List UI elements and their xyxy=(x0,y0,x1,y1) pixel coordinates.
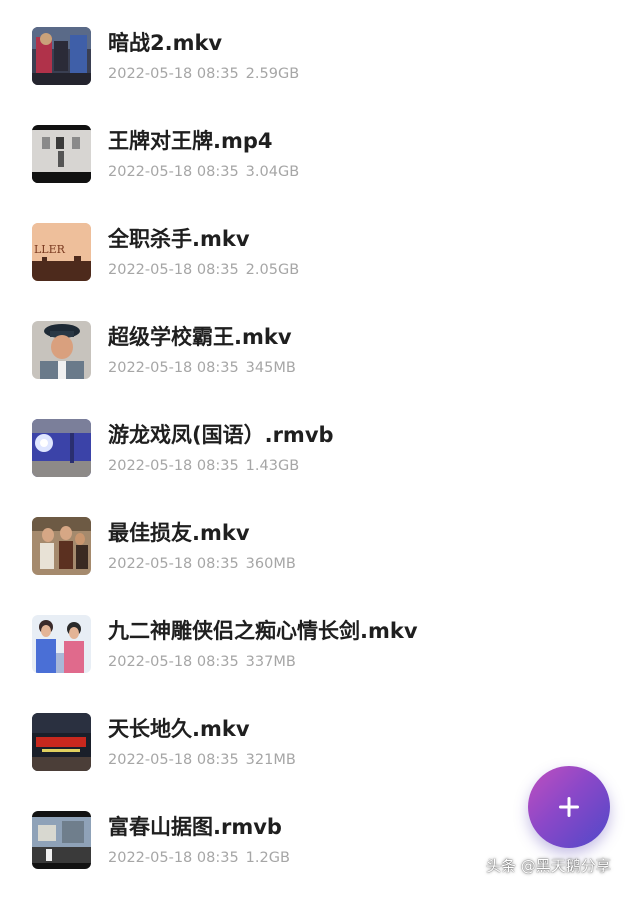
add-button[interactable] xyxy=(528,766,610,848)
watermark-text: 头条 @黑天鹅分享 xyxy=(486,857,611,875)
file-date: 2022-05-18 08:35 xyxy=(108,164,239,180)
file-meta: 2022-05-18 08:35 360MB xyxy=(108,555,296,573)
file-name: 超级学校霸王.mkv xyxy=(108,325,292,349)
video-thumbnail-icon xyxy=(32,27,91,85)
file-date: 2022-05-18 08:35 xyxy=(108,850,239,866)
file-meta: 2022-05-18 08:35 321MB xyxy=(108,751,296,769)
video-thumbnail-icon xyxy=(32,615,91,673)
file-meta: 2022-05-18 08:35 337MB xyxy=(108,653,296,671)
video-thumbnail-icon xyxy=(32,321,91,379)
file-size: 1.2GB xyxy=(245,850,290,866)
file-date: 2022-05-18 08:35 xyxy=(108,556,239,572)
file-name: 暗战2.mkv xyxy=(108,31,223,55)
video-thumbnail-icon xyxy=(32,713,91,771)
file-name: 全职杀手.mkv xyxy=(108,227,250,251)
file-size: 1.43GB xyxy=(245,458,300,474)
file-date: 2022-05-18 08:35 xyxy=(108,66,239,82)
file-size: 360MB xyxy=(245,556,296,572)
file-date: 2022-05-18 08:35 xyxy=(108,262,239,278)
file-size: 3.04GB xyxy=(245,164,300,180)
file-meta: 2022-05-18 08:35 1.43GB xyxy=(108,457,299,475)
video-thumbnail-icon: LLER xyxy=(32,223,91,281)
thumbnail-text: LLER xyxy=(34,243,66,256)
file-name: 王牌对王牌.mp4 xyxy=(108,129,273,153)
file-name: 最佳损友.mkv xyxy=(108,521,250,545)
file-item[interactable]: 超级学校霸王.mkv 2022-05-18 08:35 345MB xyxy=(0,321,640,419)
file-size: 345MB xyxy=(245,360,296,376)
file-date: 2022-05-18 08:35 xyxy=(108,360,239,376)
file-size: 321MB xyxy=(245,752,296,768)
file-item[interactable]: LLER 全职杀手.mkv 2022-05-18 08:35 2.05GB xyxy=(0,223,640,321)
file-meta: 2022-05-18 08:35 1.2GB xyxy=(108,849,290,867)
file-name: 游龙戏凤(国语）.rmvb xyxy=(108,423,334,447)
file-date: 2022-05-18 08:35 xyxy=(108,458,239,474)
file-meta: 2022-05-18 08:35 345MB xyxy=(108,359,296,377)
file-name: 富春山据图.rmvb xyxy=(108,815,282,839)
file-item[interactable]: 九二神雕侠侣之痴心情长剑.mkv 2022-05-18 08:35 337MB xyxy=(0,615,640,713)
file-item[interactable]: 王牌对王牌.mp4 2022-05-18 08:35 3.04GB xyxy=(0,125,640,223)
file-date: 2022-05-18 08:35 xyxy=(108,654,239,670)
video-thumbnail-icon xyxy=(32,125,91,183)
file-item[interactable]: 最佳损友.mkv 2022-05-18 08:35 360MB xyxy=(0,517,640,615)
file-size: 2.05GB xyxy=(245,262,300,278)
plus-icon xyxy=(559,797,579,817)
file-meta: 2022-05-18 08:35 3.04GB xyxy=(108,163,299,181)
file-size: 2.59GB xyxy=(245,66,300,82)
video-thumbnail-icon xyxy=(32,419,91,477)
file-item[interactable]: 暗战2.mkv 2022-05-18 08:35 2.59GB xyxy=(0,27,640,125)
file-item[interactable]: 游龙戏凤(国语）.rmvb 2022-05-18 08:35 1.43GB xyxy=(0,419,640,517)
file-size: 337MB xyxy=(245,654,296,670)
video-thumbnail-icon xyxy=(32,517,91,575)
file-name: 九二神雕侠侣之痴心情长剑.mkv xyxy=(108,619,418,643)
file-date: 2022-05-18 08:35 xyxy=(108,752,239,768)
file-meta: 2022-05-18 08:35 2.05GB xyxy=(108,261,299,279)
file-name: 天长地久.mkv xyxy=(108,717,250,741)
file-meta: 2022-05-18 08:35 2.59GB xyxy=(108,65,299,83)
video-thumbnail-icon xyxy=(32,811,91,869)
